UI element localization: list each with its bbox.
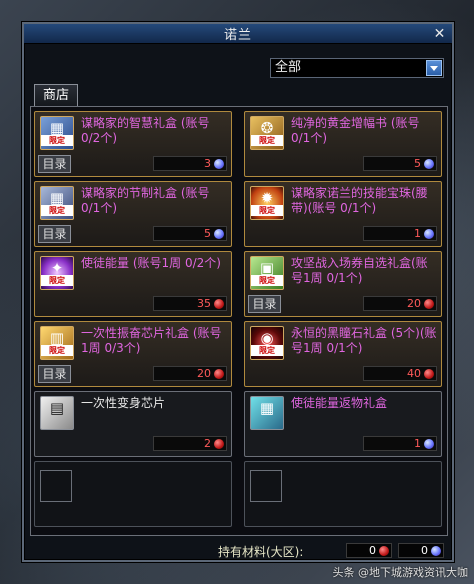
red-stone-icon	[214, 439, 224, 449]
price-display: 3	[153, 156, 227, 171]
item-price: 40	[407, 367, 421, 380]
price-display: 40	[363, 366, 437, 381]
red-stone-icon	[214, 299, 224, 309]
gift-box-icon: ▦ 限定	[40, 116, 74, 150]
blue-crystal-wallet: 0	[398, 543, 444, 558]
blue-crystal-icon	[424, 229, 434, 239]
blue-crystal-icon	[431, 546, 441, 556]
golden-book-icon: ❂ 限定	[250, 116, 284, 150]
item-price: 5	[204, 227, 211, 240]
watermark: 头条 @地下城游戏资讯大咖	[332, 566, 469, 579]
red-stone-amount: 0	[369, 544, 376, 557]
category-filter-select[interactable]: 全部	[270, 58, 444, 78]
item-name: 谋略家的智慧礼盒 (账号 0/2个)	[81, 116, 210, 145]
gift-box-icon: ▦ 限定	[40, 186, 74, 220]
item-price: 20	[407, 297, 421, 310]
item-name: 攻坚战入场券自选礼盒(账号1周 0/1个)	[291, 256, 428, 285]
shop-item-slot[interactable]: ▤ 一次性变身芯片 2	[34, 391, 232, 457]
red-stone-wallet: 0	[346, 543, 392, 558]
catalog-button[interactable]: 目录	[248, 295, 281, 313]
price-display: 1	[363, 436, 437, 451]
item-name: 使徒能量返物礼盒	[291, 396, 388, 410]
price-display: 5	[363, 156, 437, 171]
item-price: 1	[414, 437, 421, 450]
transform-chip-icon: ▤	[40, 396, 74, 430]
window-title: 诺兰	[223, 28, 252, 43]
price-display: 1	[363, 226, 437, 241]
chip-box-icon: ▥ 限定	[40, 326, 74, 360]
blue-crystal-icon	[214, 159, 224, 169]
held-materials-label: 持有材料(大区):	[218, 545, 304, 559]
item-name: 使徒能量 (账号1周 0/2个)	[81, 256, 221, 270]
item-name: 永恒的黑瞳石礼盒 (5个)(账号1周 0/1个)	[291, 326, 437, 355]
item-price: 20	[197, 367, 211, 380]
chevron-down-icon[interactable]	[426, 60, 442, 76]
item-price: 2	[204, 437, 211, 450]
blue-crystal-icon	[424, 159, 434, 169]
empty-icon-frame	[40, 470, 72, 502]
red-stone-icon	[214, 369, 224, 379]
item-name: 纯净的黄金增幅书 (账号 0/1个)	[291, 116, 420, 145]
shop-item-slot[interactable]: ✹ 限定 谋略家诺兰的技能宝珠(腰带)(账号 0/1个) 1	[244, 181, 442, 247]
shop-item-slot[interactable]: ▦ 使徒能量返物礼盒 1	[244, 391, 442, 457]
catalog-button[interactable]: 目录	[38, 365, 71, 383]
empty-icon-frame	[250, 470, 282, 502]
tab-shop[interactable]: 商店	[34, 84, 78, 106]
ticket-box-icon: ▣ 限定	[250, 256, 284, 290]
item-price: 35	[197, 297, 211, 310]
black-pupil-stone-icon: ◉ 限定	[250, 326, 284, 360]
filter-selected-value: 全部	[275, 60, 302, 75]
red-stone-icon	[424, 369, 434, 379]
shop-item-slot[interactable]: ✦ 限定 使徒能量 (账号1周 0/2个) 35	[34, 251, 232, 317]
red-stone-icon	[424, 299, 434, 309]
shop-item-slot[interactable]: ❂ 限定 纯净的黄金增幅书 (账号 0/1个) 5	[244, 111, 442, 177]
catalog-button[interactable]: 目录	[38, 155, 71, 173]
item-name: 谋略家诺兰的技能宝珠(腰带)(账号 0/1个)	[291, 186, 428, 215]
red-stone-icon	[379, 546, 389, 556]
shop-item-slot[interactable]: ▣ 限定 攻坚战入场券自选礼盒(账号1周 0/1个) 目录 20	[244, 251, 442, 317]
shop-grid: ▦ 限定 谋略家的智慧礼盒 (账号 0/2个) 目录 3 ❂ 限定 纯净的黄金增幅书…	[30, 106, 448, 536]
shop-item-slot[interactable]: ▥ 限定 一次性振奋芯片礼盒 (账号1周 0/3个) 目录 20	[34, 321, 232, 387]
price-display: 20	[363, 296, 437, 311]
item-name: 一次性振奋芯片礼盒 (账号1周 0/3个)	[81, 326, 222, 355]
item-price: 3	[204, 157, 211, 170]
price-display: 35	[153, 296, 227, 311]
price-display: 20	[153, 366, 227, 381]
shop-item-slot[interactable]: ◉ 限定 永恒的黑瞳石礼盒 (5个)(账号1周 0/1个) 40	[244, 321, 442, 387]
empty-slot	[244, 461, 442, 527]
item-price: 1	[414, 227, 421, 240]
gift-box-icon: ▦	[250, 396, 284, 430]
shop-window: 诺兰 ✕ 全部 商店 ▦ 限定 谋略家的智慧礼盒 (账号 0/2个) 目录 3 ❂…	[22, 22, 454, 562]
shop-item-slot[interactable]: ▦ 限定 谋略家的节制礼盒 (账号 0/1个) 目录 5	[34, 181, 232, 247]
item-name: 谋略家的节制礼盒 (账号 0/1个)	[81, 186, 210, 215]
blue-crystal-icon	[424, 439, 434, 449]
item-name: 一次性变身芯片	[81, 396, 166, 410]
close-icon[interactable]: ✕	[432, 26, 448, 42]
apostle-energy-icon: ✦ 限定	[40, 256, 74, 290]
price-display: 2	[153, 436, 227, 451]
skill-orb-icon: ✹ 限定	[250, 186, 284, 220]
window-titlebar[interactable]: 诺兰 ✕	[24, 24, 452, 44]
item-price: 5	[414, 157, 421, 170]
catalog-button[interactable]: 目录	[38, 225, 71, 243]
blue-crystal-amount: 0	[421, 544, 428, 557]
empty-slot	[34, 461, 232, 527]
blue-crystal-icon	[214, 229, 224, 239]
price-display: 5	[153, 226, 227, 241]
shop-item-slot[interactable]: ▦ 限定 谋略家的智慧礼盒 (账号 0/2个) 目录 3	[34, 111, 232, 177]
